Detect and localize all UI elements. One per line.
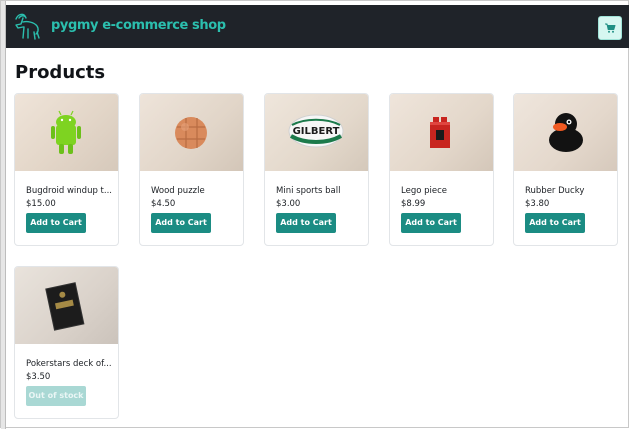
product-price: $3.80 <box>525 199 550 209</box>
product-card[interactable]: Bugdroid windup t... $15.00 Add to Cart <box>14 93 119 246</box>
rugby-ball-icon: GILBERT <box>288 114 344 148</box>
browser-window: pygmy e-commerce shop Products Bugdroid … <box>0 0 629 429</box>
product-price: $15.00 <box>26 199 56 209</box>
product-price: $4.50 <box>151 199 176 209</box>
android-toy-icon <box>51 110 81 154</box>
product-name[interactable]: Mini sports ball <box>276 186 364 196</box>
product-price: $3.00 <box>276 199 301 209</box>
product-image[interactable] <box>15 94 118 171</box>
add-to-cart-button[interactable]: Add to Cart <box>276 213 336 233</box>
shopping-cart-icon <box>604 19 616 38</box>
product-card[interactable]: Pokerstars deck of... $3.50 Out of stock <box>14 266 119 419</box>
window-edge-line <box>5 1 6 429</box>
product-image[interactable] <box>140 94 243 171</box>
navbar: pygmy e-commerce shop <box>6 5 629 48</box>
cart-button[interactable] <box>598 16 622 40</box>
add-to-cart-button[interactable]: Add to Cart <box>525 213 585 233</box>
product-image[interactable] <box>514 94 617 171</box>
add-to-cart-button[interactable]: Add to Cart <box>151 213 211 233</box>
product-card[interactable]: Rubber Ducky $3.80 Add to Cart <box>513 93 618 246</box>
lego-brick-icon <box>430 117 450 148</box>
brand-title[interactable]: pygmy e-commerce shop <box>51 18 226 33</box>
product-card[interactable]: Wood puzzle $4.50 Add to Cart <box>139 93 244 246</box>
product-image[interactable] <box>15 267 118 344</box>
ball-brand-text: GILBERT <box>293 126 340 137</box>
product-name[interactable]: Wood puzzle <box>151 186 239 196</box>
rubber-duck-icon <box>549 113 583 152</box>
product-price: $8.99 <box>401 199 426 209</box>
product-name[interactable]: Pokerstars deck of... <box>26 359 114 369</box>
add-to-cart-button[interactable]: Add to Cart <box>401 213 461 233</box>
add-to-cart-button[interactable]: Add to Cart <box>26 213 86 233</box>
out-of-stock-button: Out of stock <box>26 386 86 406</box>
playing-cards-icon <box>45 282 85 331</box>
product-price: $3.50 <box>26 372 51 382</box>
product-image[interactable] <box>390 94 493 171</box>
product-name[interactable]: Bugdroid windup t... <box>26 186 114 196</box>
goat-logo-icon[interactable] <box>10 10 44 44</box>
product-image[interactable]: GILBERT <box>265 94 368 171</box>
product-name[interactable]: Lego piece <box>401 186 489 196</box>
product-card[interactable]: GILBERT Mini sports ball $3.00 Add to Ca… <box>264 93 369 246</box>
wood-puzzle-icon <box>175 117 207 149</box>
product-card[interactable]: Lego piece $8.99 Add to Cart <box>389 93 494 246</box>
page-title: Products <box>15 62 106 83</box>
product-name[interactable]: Rubber Ducky <box>525 186 613 196</box>
